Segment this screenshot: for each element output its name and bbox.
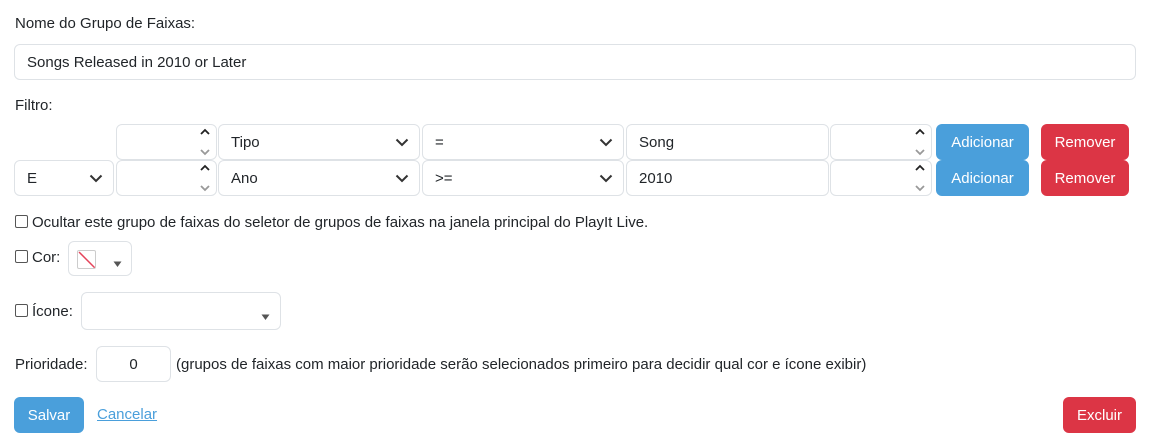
priority-input[interactable]: 0	[96, 346, 171, 382]
filter-field-select[interactable]: Ano	[218, 160, 420, 196]
cancel-link[interactable]: Cancelar	[97, 406, 157, 423]
filter-value-input[interactable]: Song	[626, 124, 829, 160]
group-name-label: Nome do Grupo de Faixas:	[15, 15, 196, 32]
filter-value-input[interactable]: 2010	[626, 160, 829, 196]
icon-label: Ícone:	[32, 303, 73, 320]
filter-field-value: Tipo	[231, 133, 260, 151]
filter-operator-value: =	[435, 133, 444, 151]
hide-group-checkbox[interactable]	[15, 215, 28, 228]
caret-down-icon	[113, 255, 122, 272]
delete-button[interactable]: Excluir	[1063, 397, 1136, 433]
priority-value: 0	[129, 355, 138, 373]
caret-down-icon	[261, 308, 270, 325]
spinner-icon[interactable]	[913, 163, 927, 193]
hide-group-label: Ocultar este grupo de faixas do seletor …	[32, 214, 649, 231]
add-filter-button[interactable]: Adicionar	[936, 160, 1029, 196]
color-picker[interactable]	[68, 241, 132, 276]
filter-number-input[interactable]	[116, 124, 217, 160]
spinner-icon[interactable]	[198, 163, 212, 193]
group-name-value: Songs Released in 2010 or Later	[27, 53, 247, 71]
filter-label: Filtro:	[15, 97, 53, 114]
priority-label: Prioridade:	[15, 356, 88, 373]
color-label: Cor:	[32, 249, 61, 266]
priority-hint: (grupos de faixas com maior prioridade s…	[176, 356, 867, 373]
no-color-icon	[77, 250, 96, 269]
filter-operator-select[interactable]: =	[422, 124, 624, 160]
remove-filter-button[interactable]: Remover	[1041, 160, 1129, 196]
filter-number2-input[interactable]	[830, 160, 932, 196]
filter-value-text: Song	[639, 133, 675, 151]
filter-connector-value: E	[27, 169, 38, 187]
icon-checkbox[interactable]	[15, 304, 28, 317]
chevron-down-icon	[599, 135, 613, 149]
filter-field-select[interactable]: Tipo	[218, 124, 420, 160]
filter-field-value: Ano	[231, 169, 258, 187]
spinner-icon[interactable]	[913, 127, 927, 157]
chevron-down-icon	[395, 135, 409, 149]
chevron-down-icon	[395, 171, 409, 185]
color-checkbox[interactable]	[15, 250, 28, 263]
filter-operator-value: >=	[435, 169, 453, 187]
filter-connector-select[interactable]: E	[14, 160, 114, 196]
group-name-input[interactable]: Songs Released in 2010 or Later	[14, 44, 1136, 80]
remove-filter-button[interactable]: Remover	[1041, 124, 1129, 160]
save-button[interactable]: Salvar	[14, 397, 84, 433]
icon-select[interactable]	[81, 292, 281, 330]
chevron-down-icon	[89, 171, 103, 185]
add-filter-button[interactable]: Adicionar	[936, 124, 1029, 160]
filter-number-input[interactable]	[116, 160, 217, 196]
chevron-down-icon	[599, 171, 613, 185]
filter-value-text: 2010	[639, 169, 673, 187]
filter-number2-input[interactable]	[830, 124, 932, 160]
filter-operator-select[interactable]: >=	[422, 160, 624, 196]
spinner-icon[interactable]	[198, 127, 212, 157]
